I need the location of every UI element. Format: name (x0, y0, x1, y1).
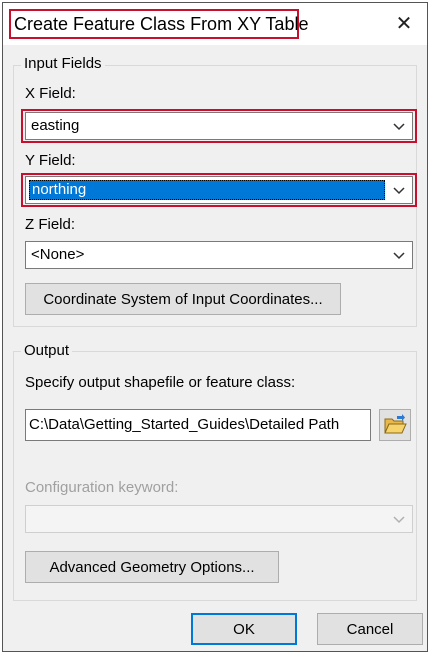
ok-button[interactable]: OK (191, 613, 297, 645)
z-field-label: Z Field: (25, 216, 76, 233)
config-keyword-dropdown[interactable] (25, 505, 413, 533)
x-field-label: X Field: (25, 85, 76, 102)
output-path-field[interactable]: C:\Data\Getting_Started_Guides\Detailed … (25, 409, 371, 441)
x-field-value: easting (31, 117, 80, 134)
y-field-dropdown[interactable]: northing (25, 176, 413, 204)
chevron-down-icon (393, 187, 405, 195)
chevron-down-icon (393, 252, 405, 260)
open-folder-icon (384, 414, 407, 434)
z-field-dropdown[interactable]: <None> (25, 241, 413, 269)
config-keyword-label: Configuration keyword: (25, 479, 179, 496)
chevron-down-icon (393, 123, 405, 131)
y-field-value: northing (29, 180, 385, 200)
create-feature-class-dialog: Create Feature Class From XY Table ✕ Inp… (2, 2, 428, 652)
output-legend: Output (21, 342, 73, 360)
chevron-down-icon (393, 516, 405, 524)
output-instruction: Specify output shapefile or feature clas… (25, 374, 296, 391)
dialog-title: Create Feature Class From XY Table (9, 9, 308, 39)
close-icon: ✕ (395, 13, 413, 35)
z-field-value: <None> (31, 246, 85, 263)
close-button[interactable]: ✕ (389, 9, 419, 39)
cancel-button[interactable]: Cancel (317, 613, 423, 645)
browse-output-button[interactable] (379, 409, 411, 441)
y-field-label: Y Field: (25, 152, 76, 169)
title-bar: Create Feature Class From XY Table ✕ (3, 3, 427, 45)
x-field-dropdown[interactable]: easting (25, 112, 413, 140)
config-keyword-value (29, 509, 33, 529)
advanced-geometry-button[interactable]: Advanced Geometry Options... (25, 551, 279, 583)
input-fields-legend: Input Fields (21, 55, 105, 73)
coordinate-system-button[interactable]: Coordinate System of Input Coordinates..… (25, 283, 341, 315)
